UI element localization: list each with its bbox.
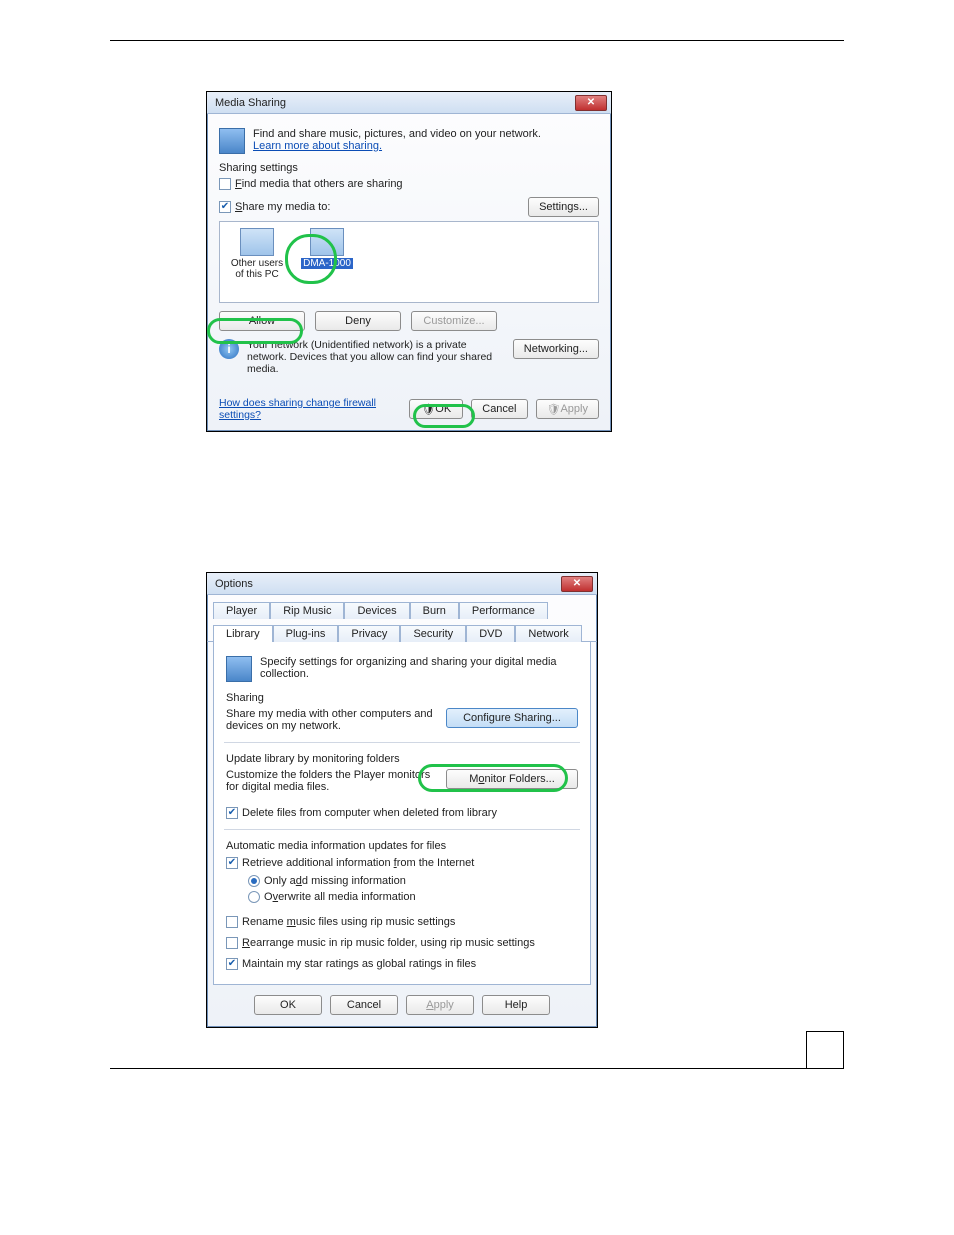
titlebar: Media Sharing ✕ (207, 92, 611, 114)
overwrite-all-label: Overwrite all media information (264, 891, 416, 903)
find-media-checkbox[interactable]: Find media that others are sharing (219, 178, 403, 190)
tab-network[interactable]: Network (515, 625, 581, 642)
rearrange-music-checkbox[interactable]: Rearrange music in rip music folder, usi… (226, 937, 535, 949)
only-add-missing-label: Only add missing information (264, 875, 406, 887)
titlebar: Options ✕ (207, 573, 597, 595)
radio-icon (248, 875, 260, 887)
rename-music-label: Rename music files using rip music setti… (242, 916, 455, 928)
delete-files-label: Delete files from computer when deleted … (242, 807, 497, 819)
device-dma-1000[interactable]: DMA-1000 (296, 228, 358, 296)
find-media-label: Find media that others are sharing (235, 178, 403, 190)
learn-more-link[interactable]: Learn more about sharing. (253, 140, 382, 152)
only-add-missing-radio[interactable]: Only add missing information (248, 875, 406, 887)
maintain-ratings-checkbox[interactable]: ✔ Maintain my star ratings as global rat… (226, 958, 476, 970)
checkbox-icon: ✔ (226, 807, 238, 819)
device-list[interactable]: Other users of this PC DMA-1000 (219, 221, 599, 303)
tab-security[interactable]: Security (400, 625, 466, 642)
dialog-title: Media Sharing (215, 97, 575, 109)
monitor-text: Customize the folders the Player monitor… (226, 769, 438, 793)
media-sharing-dialog: Media Sharing ✕ Find and share music, pi… (206, 91, 612, 432)
tab-rip-music[interactable]: Rip Music (270, 602, 344, 619)
tab-dvd[interactable]: DVD (466, 625, 515, 642)
dialog-title: Options (215, 578, 561, 590)
cancel-button[interactable]: Cancel (471, 399, 527, 419)
allow-button[interactable]: Allow (219, 311, 305, 331)
library-panel: Specify settings for organizing and shar… (213, 642, 591, 985)
device-icon (240, 228, 274, 256)
device-icon (310, 228, 344, 256)
apply-button[interactable]: Apply (406, 995, 474, 1015)
radio-icon (248, 891, 260, 903)
checkbox-icon: ✔ (219, 201, 231, 213)
page-number-box (806, 1031, 844, 1069)
apply-button[interactable]: 🛡 Apply (536, 399, 600, 419)
tab-privacy[interactable]: Privacy (338, 625, 400, 642)
checkbox-icon (219, 178, 231, 190)
tab-row-2: Library Plug-ins Privacy Security DVD Ne… (207, 618, 597, 642)
overwrite-all-radio[interactable]: Overwrite all media information (248, 891, 416, 903)
tab-performance[interactable]: Performance (459, 602, 548, 619)
auto-media-label: Automatic media information updates for … (226, 840, 578, 852)
device-label: DMA-1000 (301, 258, 353, 269)
help-button[interactable]: Help (482, 995, 550, 1015)
device-label: Other users of this PC (226, 258, 288, 280)
retrieve-internet-label: Retrieve additional information from the… (242, 857, 474, 869)
info-icon: i (219, 339, 239, 359)
rename-music-checkbox[interactable]: Rename music files using rip music setti… (226, 916, 455, 928)
tab-devices[interactable]: Devices (344, 602, 409, 619)
settings-button[interactable]: Settings... (528, 197, 599, 217)
tab-library[interactable]: Library (213, 625, 273, 642)
sharing-settings-label: Sharing settings (219, 162, 599, 174)
options-dialog: Options ✕ Player Rip Music Devices Burn … (206, 572, 598, 1028)
info-text: Your network (Unidentified network) is a… (247, 339, 505, 375)
sharing-text: Share my media with other computers and … (226, 708, 438, 732)
ok-button[interactable]: OK (254, 995, 322, 1015)
tab-row-1: Player Rip Music Devices Burn Performanc… (207, 595, 597, 618)
tab-player[interactable]: Player (213, 602, 270, 619)
tab-plugins[interactable]: Plug-ins (273, 625, 339, 642)
cancel-button[interactable]: Cancel (330, 995, 398, 1015)
footer-rule (110, 1068, 844, 1069)
header-rule (110, 40, 844, 41)
deny-button[interactable]: Deny (315, 311, 401, 331)
configure-sharing-button[interactable]: Configure Sharing... (446, 708, 578, 728)
library-icon (226, 656, 252, 682)
checkbox-icon: ✔ (226, 958, 238, 970)
networking-button[interactable]: Networking... (513, 339, 599, 359)
retrieve-internet-checkbox[interactable]: ✔ Retrieve additional information from t… (226, 857, 474, 869)
intro-text: Find and share music, pictures, and vide… (253, 128, 541, 140)
rearrange-music-label: Rearrange music in rip music folder, usi… (242, 937, 535, 949)
maintain-ratings-label: Maintain my star ratings as global ratin… (242, 958, 476, 970)
sharing-group-label: Sharing (226, 692, 578, 704)
customize-button[interactable]: Customize... (411, 311, 497, 331)
tab-burn[interactable]: Burn (410, 602, 459, 619)
close-icon[interactable]: ✕ (561, 576, 593, 592)
share-my-media-label: Share my media to: (235, 201, 330, 213)
update-library-label: Update library by monitoring folders (226, 753, 578, 765)
monitor-folders-button[interactable]: Monitor Folders... (446, 769, 578, 789)
ok-button[interactable]: 🛡 OK (409, 399, 463, 419)
delete-files-checkbox[interactable]: ✔ Delete files from computer when delete… (226, 807, 497, 819)
firewall-link[interactable]: How does sharing change firewall setting… (219, 397, 401, 421)
checkbox-icon: ✔ (226, 857, 238, 869)
share-my-media-checkbox[interactable]: ✔ Share my media to: (219, 201, 520, 213)
network-icon (219, 128, 245, 154)
checkbox-icon (226, 916, 238, 928)
checkbox-icon (226, 937, 238, 949)
close-icon[interactable]: ✕ (575, 95, 607, 111)
device-other-users[interactable]: Other users of this PC (226, 228, 288, 296)
library-intro: Specify settings for organizing and shar… (260, 656, 578, 680)
